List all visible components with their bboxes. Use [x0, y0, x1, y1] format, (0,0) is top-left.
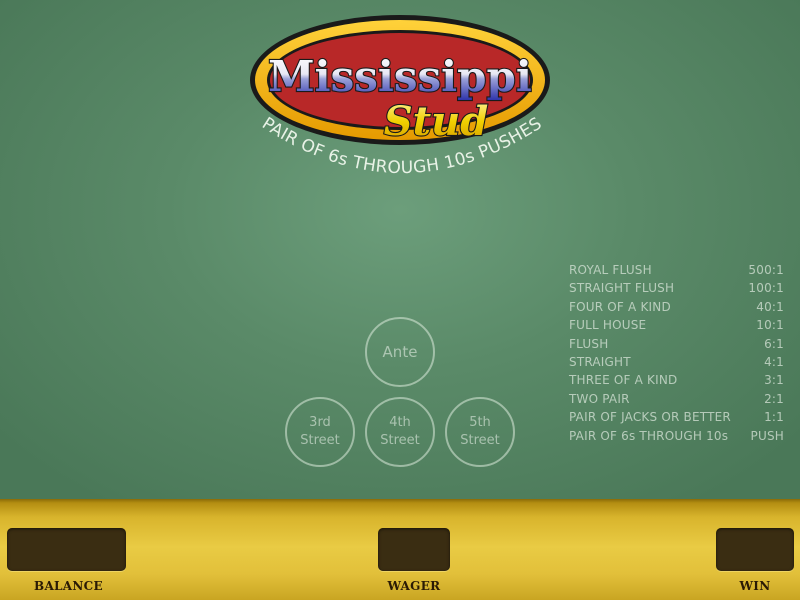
logo-subtitle: Stud	[384, 98, 488, 145]
paytable-row: FULL HOUSE 10:1	[569, 316, 784, 334]
paytable-hand: FOUR OF A KIND	[569, 299, 671, 314]
paytable-hand: PAIR OF JACKS OR BETTER	[569, 410, 731, 425]
paytable-row: FOUR OF A KIND 40:1	[569, 298, 784, 316]
balance-display	[7, 528, 126, 571]
fourth-street-bet-label: 4th Street	[380, 415, 420, 448]
paytable-hand: THREE OF A KIND	[569, 373, 678, 388]
paytable-hand: FULL HOUSE	[569, 318, 647, 333]
paytable: ROYAL FLUSH 500:1 STRAIGHT FLUSH 100:1 F…	[569, 261, 784, 445]
paytable-hand: TWO PAIR	[569, 391, 630, 406]
third-street-bet-label: 3rd Street	[300, 415, 340, 448]
wager-label: WAGER	[387, 579, 441, 593]
logo-title: Mississippi	[268, 52, 532, 101]
paytable-row: PAIR OF 6s THROUGH 10s PUSH	[569, 427, 784, 445]
paytable-payout: 100:1	[748, 281, 784, 296]
fifth-street-bet-label: 5th Street	[460, 415, 500, 448]
paytable-row: ROYAL FLUSH 500:1	[569, 261, 784, 279]
game-logo: Mississippi Stud PAIR OF 6s THROUGH 10s …	[240, 8, 570, 183]
paytable-payout: 3:1	[764, 373, 784, 388]
paytable-hand: STRAIGHT FLUSH	[569, 281, 675, 296]
paytable-row: STRAIGHT 4:1	[569, 353, 784, 371]
logo-graphic: Mississippi Stud PAIR OF 6s THROUGH 10s …	[250, 15, 550, 178]
paytable-payout: 4:1	[764, 354, 784, 369]
balance-label: BALANCE	[34, 579, 103, 593]
paytable-payout: 1:1	[764, 410, 784, 425]
paytable-row: STRAIGHT FLUSH 100:1	[569, 279, 784, 297]
win-label: WIN	[739, 579, 771, 593]
paytable-hand: FLUSH	[569, 336, 609, 351]
paytable-payout: 10:1	[756, 318, 784, 333]
ante-bet-label: Ante	[382, 343, 418, 361]
paytable-hand: PAIR OF 6s THROUGH 10s	[569, 428, 729, 443]
paytable-payout: PUSH	[750, 428, 784, 443]
paytable-payout: 40:1	[756, 299, 784, 314]
win-display	[716, 528, 794, 571]
wager-display	[378, 528, 450, 571]
paytable-hand: STRAIGHT	[569, 354, 631, 369]
bottom-status-bar: BALANCE WAGER WIN	[0, 499, 800, 600]
paytable-hand: ROYAL FLUSH	[569, 263, 652, 277]
paytable-row: THREE OF A KIND 3:1	[569, 371, 784, 389]
paytable-row: TWO PAIR 2:1	[569, 390, 784, 408]
paytable-payout: 6:1	[764, 336, 784, 351]
paytable-payout: 500:1	[748, 263, 784, 277]
paytable-row: FLUSH 6:1	[569, 335, 784, 353]
third-street-bet-spot[interactable]: 3rd Street	[285, 397, 355, 467]
paytable-payout: 2:1	[764, 391, 784, 406]
paytable-row: PAIR OF JACKS OR BETTER 1:1	[569, 408, 784, 426]
ante-bet-spot[interactable]: Ante	[365, 317, 435, 387]
fourth-street-bet-spot[interactable]: 4th Street	[365, 397, 435, 467]
fifth-street-bet-spot[interactable]: 5th Street	[445, 397, 515, 467]
